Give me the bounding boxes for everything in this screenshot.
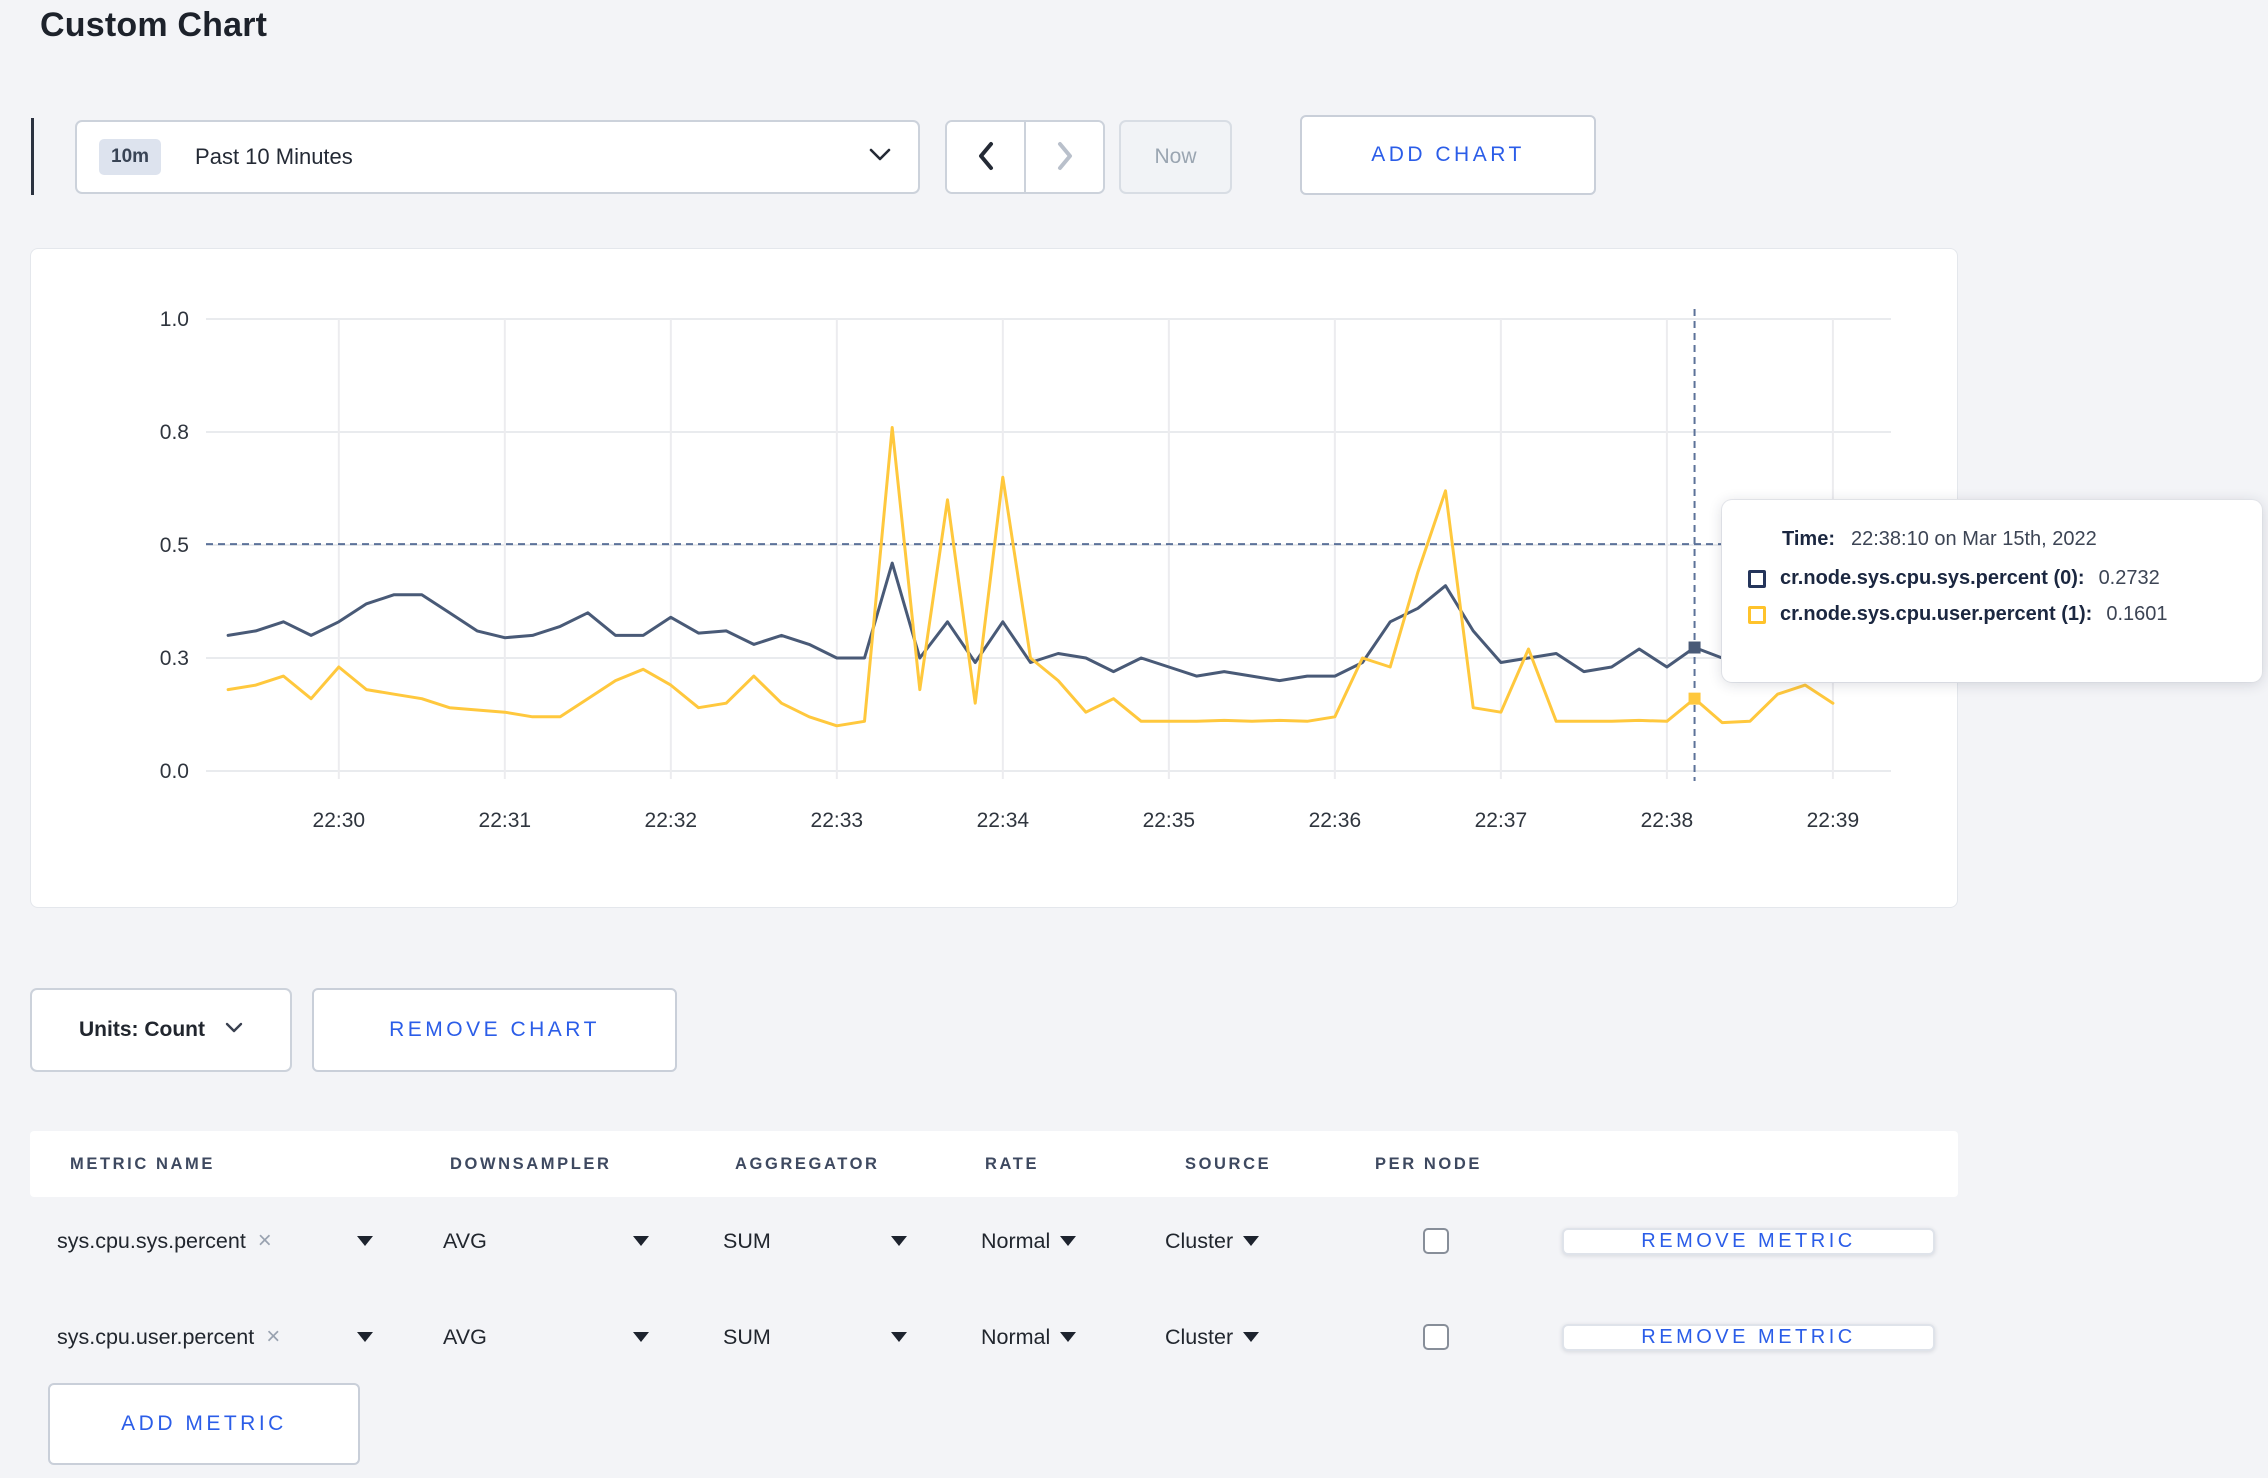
dropdown-caret-icon [891,1332,907,1342]
dropdown-caret-icon [1060,1332,1077,1342]
rate-dropdown[interactable]: Normal [981,1229,1165,1254]
tooltip-time-value: 22:38:10 on Mar 15th, 2022 [1850,528,2097,550]
time-pager [945,120,1105,194]
downsampler-dropdown[interactable]: AVG [443,1229,723,1254]
x-axis-tick-label: 22:35 [1143,809,1196,832]
column-header-per-node: PER NODE [1375,1154,1482,1173]
series-user-legend-icon [1748,605,1766,624]
y-axis-tick-label: 0.3 [160,647,189,670]
next-time-button[interactable] [1024,122,1103,192]
remove-metric-button[interactable]: REMOVE METRIC [1562,1227,1935,1255]
tooltip-series-row: cr.node.sys.cpu.user.percent (1): 0.1601 [1748,603,2262,626]
x-axis-tick-label: 22:33 [811,809,864,832]
source-dropdown[interactable]: Cluster [1165,1229,1390,1254]
dropdown-caret-icon [1243,1332,1260,1342]
clear-metric-icon[interactable]: × [258,1229,272,1253]
tooltip-series-row: cr.node.sys.cpu.sys.percent (0): 0.2732 [1748,567,2262,590]
rate-dropdown[interactable]: Normal [981,1325,1165,1350]
source-value: Cluster [1165,1228,1234,1253]
remove-chart-button[interactable]: REMOVE CHART [312,988,677,1072]
x-axis-tick-label: 22:39 [1807,809,1860,832]
aggregator-value: SUM [723,1228,771,1253]
aggregator-dropdown[interactable]: SUM [723,1229,981,1254]
column-header-aggregator: AGGREGATOR [735,1154,880,1173]
series-sys-legend-icon [1748,569,1766,588]
units-label: Units: Count [79,1018,205,1041]
rate-value: Normal [981,1324,1051,1349]
metric-name-value: sys.cpu.user.percent [57,1324,255,1349]
metric-name-dropdown[interactable]: sys.cpu.user.percent × [57,1325,443,1350]
chevron-down-icon [225,1021,243,1039]
add-metric-button[interactable]: ADD METRIC [48,1383,360,1465]
chart-tooltip: Time: 22:38:10 on Mar 15th, 2022 cr.node.… [1722,500,2262,682]
prev-time-button[interactable] [947,122,1024,192]
dropdown-caret-icon [1243,1236,1260,1246]
tooltip-series-name: cr.node.sys.cpu.sys.percent (0): [1780,567,2085,589]
aggregator-dropdown[interactable]: SUM [723,1325,981,1350]
page-title: Custom Chart [40,6,268,44]
time-range-badge: 10m [99,139,162,175]
per-node-checkbox[interactable] [1423,1228,1449,1254]
x-axis-tick-label: 22:32 [645,809,698,832]
tooltip-series-value: 0.2732 [2098,567,2160,589]
x-axis-tick-label: 22:36 [1309,809,1362,832]
tooltip-series-name: cr.node.sys.cpu.user.percent (1): [1780,603,2093,625]
clear-metric-icon[interactable]: × [266,1325,280,1349]
metric-name-dropdown[interactable]: sys.cpu.sys.percent × [57,1229,443,1254]
column-header-source: SOURCE [1185,1154,1272,1173]
y-axis-tick-label: 0.5 [160,534,189,557]
toolbar-left-divider [31,118,34,195]
chart-card: 0.0 0.3 0.5 0.8 1.0 22:30 22:31 22:32 22:33 22:34… [30,248,1958,908]
metrics-table-header: METRIC NAME DOWNSAMPLER AGGREGATOR RATE … [30,1131,1958,1197]
metric-row: sys.cpu.sys.percent × AVG SUM Normal Clu… [30,1198,1958,1284]
dropdown-caret-icon [891,1236,907,1246]
chevron-left-icon [974,140,998,175]
dropdown-caret-icon [357,1236,373,1246]
dropdown-caret-icon [633,1332,649,1342]
dropdown-caret-icon [633,1236,649,1246]
crosshair-point [1688,692,1701,705]
remove-metric-button[interactable]: REMOVE METRIC [1562,1323,1935,1351]
y-axis-tick-label: 0.0 [160,760,189,783]
chevron-down-icon [868,147,892,167]
tooltip-time-label: Time: [1782,528,1835,550]
tooltip-series-value: 0.1601 [2106,603,2168,625]
tooltip-time-row: Time: 22:38:10 on Mar 15th, 2022 [1782,528,2262,551]
dropdown-caret-icon [1060,1236,1077,1246]
series-line-1 [226,426,1835,728]
x-axis-tick-label: 22:38 [1641,809,1694,832]
column-header-downsampler: DOWNSAMPLER [450,1154,612,1173]
crosshair-point [1688,641,1701,654]
metric-row: sys.cpu.user.percent × AVG SUM Normal Cl… [30,1294,1958,1380]
column-header-rate: RATE [985,1154,1040,1173]
y-axis-tick-label: 1.0 [160,308,189,331]
aggregator-value: SUM [723,1324,771,1349]
now-button[interactable]: Now [1119,120,1232,194]
time-range-label: Past 10 Minutes [195,144,353,169]
source-value: Cluster [1165,1324,1234,1349]
downsampler-value: AVG [443,1228,487,1253]
chevron-right-icon [1053,140,1077,175]
x-axis-tick-label: 22:34 [977,809,1030,832]
add-chart-button[interactable]: ADD CHART [1300,115,1596,195]
downsampler-dropdown[interactable]: AVG [443,1325,723,1350]
y-axis-tick-label: 0.8 [160,421,189,444]
units-select[interactable]: Units: Count [30,988,292,1072]
time-range-select[interactable]: 10m Past 10 Minutes [75,120,920,194]
x-axis-tick-label: 22:31 [479,809,532,832]
column-header-metric-name: METRIC NAME [70,1154,216,1173]
x-axis-tick-label: 22:30 [313,809,366,832]
x-axis-tick-label: 22:37 [1475,809,1528,832]
per-node-checkbox[interactable] [1423,1324,1449,1350]
rate-value: Normal [981,1228,1051,1253]
downsampler-value: AVG [443,1324,487,1349]
chart-svg[interactable]: 0.0 0.3 0.5 0.8 1.0 22:30 22:31 22:32 22:33 22:34… [31,249,1959,909]
dropdown-caret-icon [357,1332,373,1342]
series-line-0 [226,561,1835,683]
metric-name-value: sys.cpu.sys.percent [57,1228,246,1253]
source-dropdown[interactable]: Cluster [1165,1325,1390,1350]
